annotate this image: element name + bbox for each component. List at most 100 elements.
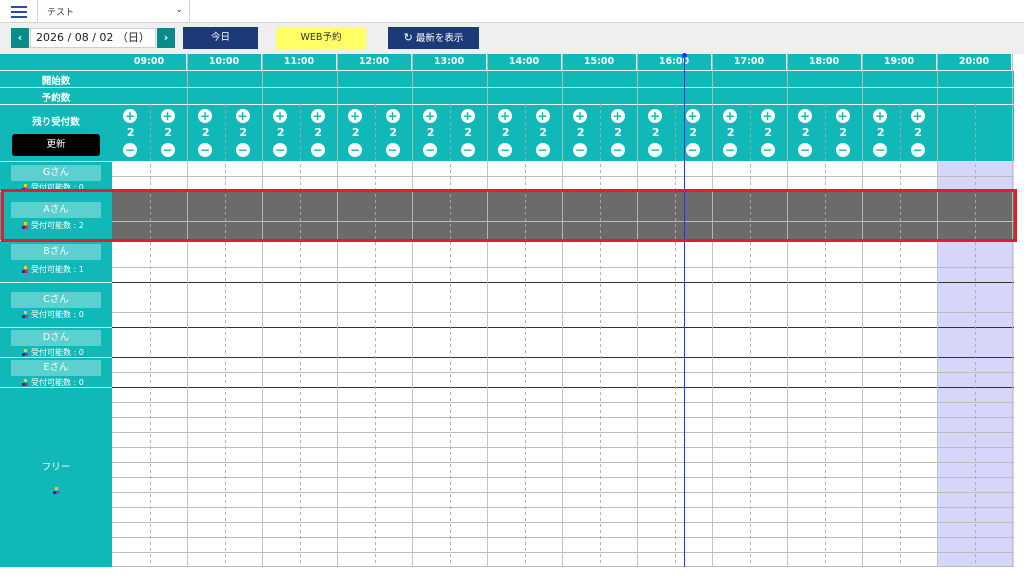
remaining-slot: +2 −	[112, 109, 150, 159]
person-icon	[22, 379, 29, 386]
plus-circle-icon[interactable]: +	[123, 109, 137, 123]
refresh-button[interactable]: ↻ 最新を表示	[388, 27, 479, 49]
hour-header-cell: 10:00	[187, 54, 262, 70]
plus-circle-icon[interactable]: +	[310, 109, 325, 123]
today-button[interactable]: 今日	[183, 27, 258, 49]
remaining-count: 2	[126, 126, 135, 139]
update-button[interactable]: 更新	[12, 134, 100, 156]
refresh-icon: ↻	[403, 31, 413, 44]
grid-column-line	[787, 54, 788, 567]
plus-circle-icon[interactable]: +	[423, 109, 437, 123]
staff-name-button[interactable]: Bさん	[11, 244, 101, 260]
plus-circle-icon[interactable]: +	[535, 109, 550, 123]
minus-circle-icon[interactable]: −	[873, 143, 887, 157]
minus-circle-icon[interactable]: −	[648, 143, 662, 157]
slot-divider	[112, 492, 1014, 493]
plus-circle-icon[interactable]: +	[873, 109, 887, 123]
staff-capacity: 受付可能数 : 0	[22, 309, 84, 320]
remaining-count: 2	[801, 126, 810, 139]
minus-circle-icon[interactable]: −	[310, 143, 325, 157]
staff-row-header: Gさん 受付可能数 : 0	[0, 161, 112, 192]
minus-circle-icon[interactable]: −	[235, 143, 250, 157]
staff-name-button[interactable]: Gさん	[11, 165, 101, 181]
slot-divider	[112, 432, 1014, 433]
plus-circle-icon[interactable]: +	[798, 109, 812, 123]
plus-circle-icon[interactable]: +	[348, 109, 362, 123]
person-icon	[53, 487, 60, 494]
minus-circle-icon[interactable]: −	[123, 143, 137, 157]
hour-header-cell: 14:00	[487, 54, 562, 70]
minus-circle-icon[interactable]: −	[835, 143, 850, 157]
minus-circle-icon[interactable]: −	[160, 143, 175, 157]
remaining-count: 2	[576, 126, 585, 139]
next-day-button[interactable]: ›	[157, 28, 175, 48]
remaining-count: 2	[164, 126, 173, 139]
plus-circle-icon[interactable]: +	[573, 109, 587, 123]
minus-circle-icon[interactable]: −	[535, 143, 550, 157]
minus-circle-icon[interactable]: −	[685, 143, 700, 157]
remaining-slot: +2 −	[375, 109, 413, 159]
minus-circle-icon[interactable]: −	[423, 143, 437, 157]
slot-divider	[112, 312, 1014, 313]
grid-column-line	[525, 104, 526, 567]
store-select[interactable]: テスト ⌄	[40, 0, 190, 23]
remaining-count: 2	[539, 126, 548, 139]
plus-circle-icon[interactable]: +	[235, 109, 250, 123]
plus-circle-icon[interactable]: +	[273, 109, 287, 123]
plus-circle-icon[interactable]: +	[760, 109, 775, 123]
minus-circle-icon[interactable]: −	[198, 143, 212, 157]
plus-circle-icon[interactable]: +	[835, 109, 850, 123]
minus-circle-icon[interactable]: −	[573, 143, 587, 157]
minus-circle-icon[interactable]: −	[723, 143, 737, 157]
selected-row-highlight	[1, 189, 1017, 242]
plus-circle-icon[interactable]: +	[160, 109, 175, 123]
staff-name-button[interactable]: Cさん	[11, 292, 101, 308]
plus-circle-icon[interactable]: +	[723, 109, 737, 123]
remaining-slot: +2 −	[862, 109, 900, 159]
grid-column-line	[825, 104, 826, 567]
remaining-slot: +2 −	[825, 109, 863, 159]
plus-circle-icon[interactable]: +	[460, 109, 475, 123]
top-bar: テスト ⌄	[0, 0, 1024, 23]
plus-circle-icon[interactable]: +	[498, 109, 512, 123]
minus-circle-icon[interactable]: −	[273, 143, 287, 157]
grid-column-line	[262, 54, 263, 567]
plus-circle-icon[interactable]: +	[910, 109, 925, 123]
prev-day-button[interactable]: ‹	[11, 28, 29, 48]
minus-circle-icon[interactable]: −	[348, 143, 362, 157]
grid-column-line	[900, 104, 901, 567]
menu-button[interactable]	[0, 0, 38, 23]
plus-circle-icon[interactable]: +	[685, 109, 700, 123]
minus-circle-icon[interactable]: −	[910, 143, 925, 157]
minus-circle-icon[interactable]: −	[385, 143, 400, 157]
staff-name-button[interactable]: Eさん	[11, 360, 101, 376]
minus-circle-icon[interactable]: −	[760, 143, 775, 157]
minus-circle-icon[interactable]: −	[798, 143, 812, 157]
remaining-slot: +2 −	[300, 109, 338, 159]
remaining-slot: +2 −	[450, 109, 488, 159]
grid-column-line	[375, 104, 376, 567]
remaining-count-label: 残り受付数	[32, 117, 80, 128]
minus-circle-icon[interactable]: −	[498, 143, 512, 157]
slot-divider	[112, 566, 1014, 567]
remaining-count: 2	[876, 126, 885, 139]
plus-circle-icon[interactable]: +	[648, 109, 662, 123]
remaining-slot: +2 −	[712, 109, 750, 159]
remaining-count: 2	[689, 126, 698, 139]
person-icon	[22, 311, 29, 318]
schedule-screen: テスト ⌄ ‹ 2026 / 08 / 02 （日） › 今日 WEB予約 ↻ …	[0, 0, 1024, 582]
plus-circle-icon[interactable]: +	[385, 109, 400, 123]
date-field[interactable]: 2026 / 08 / 02 （日）	[30, 28, 156, 48]
grid-column-line	[937, 54, 938, 567]
minus-circle-icon[interactable]: −	[610, 143, 625, 157]
plus-circle-icon[interactable]: +	[610, 109, 625, 123]
minus-circle-icon[interactable]: −	[460, 143, 475, 157]
remaining-slot: +2 −	[337, 109, 375, 159]
row-divider	[112, 357, 1014, 358]
remaining-count: 2	[464, 126, 473, 139]
staff-name-button[interactable]: Dさん	[11, 330, 101, 346]
remaining-slot: +2 −	[150, 109, 188, 159]
staff-row-header: Dさん 受付可能数 : 0	[0, 327, 112, 357]
plus-circle-icon[interactable]: +	[198, 109, 212, 123]
web-reservation-button[interactable]: WEB予約	[276, 27, 366, 49]
